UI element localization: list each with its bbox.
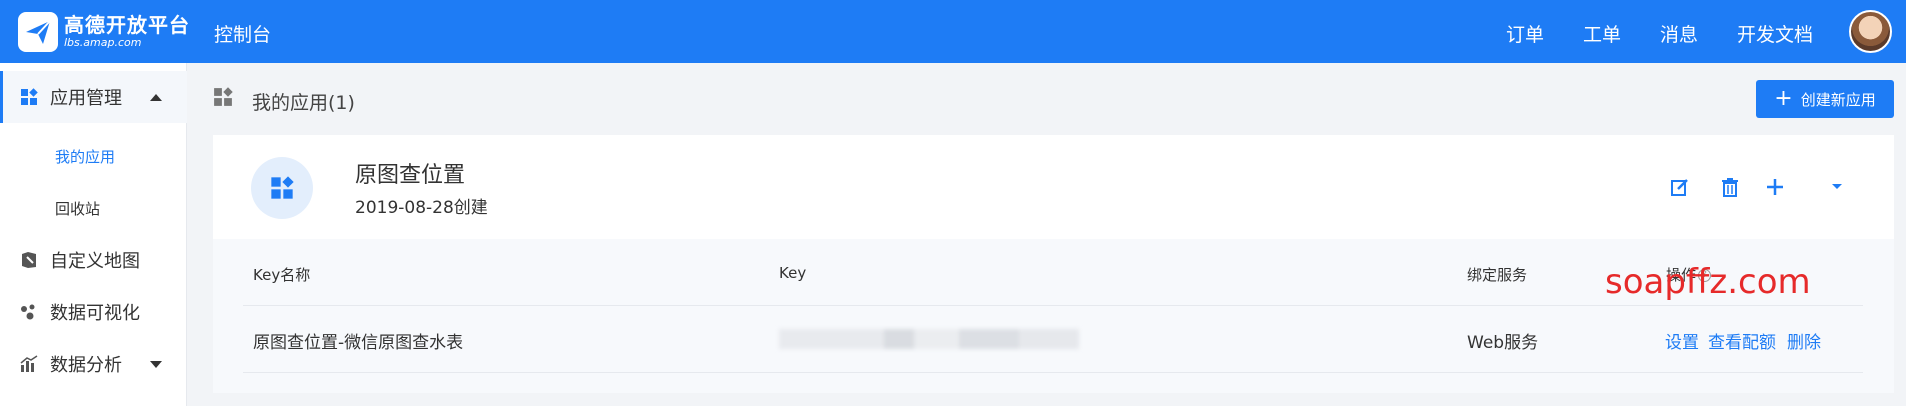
view-quota-link[interactable]: 查看配额 [1708, 328, 1776, 353]
row-divider [243, 372, 1863, 373]
edit-icon[interactable] [1668, 175, 1692, 199]
map-icon [20, 251, 38, 269]
sidebar-item-label: 数据分析 [50, 355, 122, 376]
logo-subtitle: lbs.amap.com [64, 36, 142, 49]
app-created-date: 2019-08-28创建 [355, 198, 488, 218]
sidebar-item-label: 自定义地图 [50, 251, 140, 272]
watermark: soapffz.com [1605, 262, 1811, 302]
delete-icon[interactable] [1718, 175, 1742, 199]
app-grid-icon [20, 88, 38, 106]
create-app-label: 创建新应用 [1800, 90, 1876, 109]
chevron-down-icon[interactable] [1825, 175, 1849, 199]
page-title: 我的应用(1) [252, 92, 355, 114]
sidebar-item-custom-map[interactable]: 自定义地图 [0, 234, 187, 286]
sidebar-item-data-visualization[interactable]: 数据可视化 [0, 286, 187, 338]
col-header-key: Key [779, 264, 807, 282]
delete-link[interactable]: 删除 [1787, 328, 1821, 353]
sidebar-sub-recycle-bin[interactable]: 回收站 [55, 198, 100, 219]
sidebar-item-data-analysis[interactable]: 数据分析 [0, 338, 187, 390]
top-bar: 高德开放平台 lbs.amap.com 控制台 订单 工单 消息 开发文档 [0, 0, 1906, 63]
nav-tickets[interactable]: 工单 [1583, 20, 1621, 47]
create-app-button[interactable]: + 创建新应用 [1756, 80, 1894, 118]
caret-down-icon [150, 360, 162, 368]
add-icon[interactable] [1763, 175, 1787, 199]
chart-icon [20, 355, 38, 373]
logo[interactable]: 高德开放平台 lbs.amap.com [18, 12, 190, 52]
app-icon [251, 157, 313, 219]
sidebar-item-label: 应用管理 [50, 88, 122, 109]
nav-orders[interactable]: 订单 [1506, 20, 1544, 47]
col-header-key-name: Key名称 [253, 266, 311, 284]
app-card-header: 原图查位置 2019-08-28创建 [213, 135, 1894, 239]
caret-up-icon [150, 93, 162, 101]
visualization-icon [20, 303, 38, 321]
col-header-service: 绑定服务 [1467, 266, 1528, 284]
nav-messages[interactable]: 消息 [1660, 20, 1698, 47]
settings-link[interactable]: 设置 [1665, 328, 1699, 353]
console-link[interactable]: 控制台 [214, 20, 271, 47]
nav-dev-docs[interactable]: 开发文档 [1737, 20, 1813, 47]
service-cell: Web服务 [1467, 333, 1539, 353]
sidebar-item-label: 数据可视化 [50, 303, 140, 324]
key-name-cell: 原图查位置-微信原图查水表 [253, 333, 464, 353]
sidebar: 应用管理 我的应用 回收站 自定义地图 数据可视化 数据分析 [0, 63, 187, 406]
logo-title: 高德开放平台 [64, 13, 190, 37]
sidebar-item-app-management[interactable]: 应用管理 [0, 71, 187, 123]
plus-icon: + [1774, 86, 1793, 111]
sidebar-sub-my-apps[interactable]: 我的应用 [55, 146, 115, 167]
masked-key-value [779, 329, 1079, 349]
app-grid-icon [213, 87, 233, 111]
avatar[interactable] [1849, 10, 1892, 53]
row-divider [243, 305, 1863, 306]
app-name: 原图查位置 [355, 163, 466, 188]
logo-plane-icon [18, 12, 58, 52]
